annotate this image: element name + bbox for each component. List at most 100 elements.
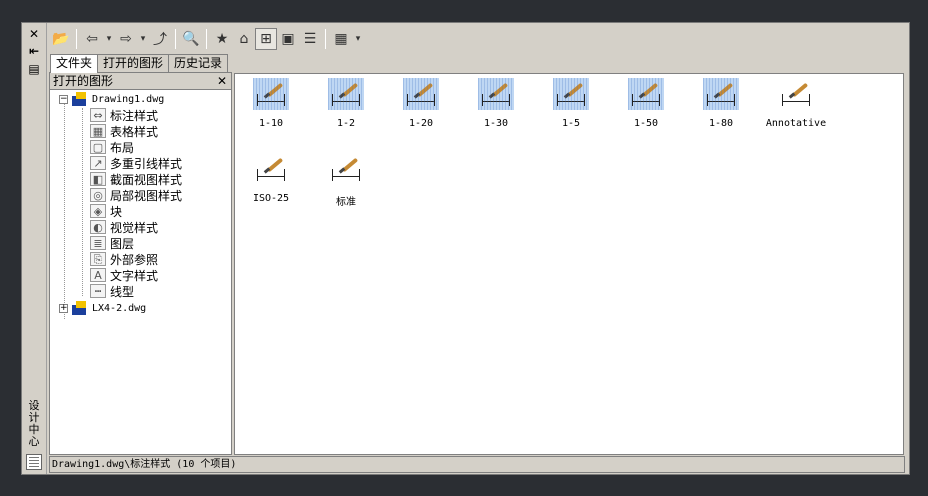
item-label: 1-5 [561,118,581,129]
toolbar-separator [76,29,77,49]
tree-node-detailviewstyles[interactable]: ◎ 局部视图样式 [90,187,182,203]
tree-node-label: 表格样式 [110,124,159,139]
tree-node-lx4-2[interactable]: + LX4-2.dwg [59,300,146,316]
forward-icon: ⇨ [120,31,132,47]
block-icon: ◈ [90,204,106,218]
tree-node-layers[interactable]: ≣ 图层 [90,235,134,251]
dimstyle-item[interactable]: 1-50 [611,78,681,129]
tree-node-sectionviewstyles[interactable]: ◧ 截面视图样式 [90,171,182,187]
dimstyle-item[interactable]: 1-5 [536,78,606,129]
toolbar-separator [175,29,176,49]
close-icon[interactable]: ✕ [217,73,227,89]
search-icon: 🔍 [182,31,200,47]
favorites-button[interactable]: ★ [211,28,233,50]
table-style-icon: ▦ [90,124,106,138]
tree-node-label: 线型 [110,284,135,299]
dimstyle-item[interactable]: 1-20 [386,78,456,129]
toolbar-separator [325,29,326,49]
item-label: 标准 [336,197,356,208]
tree-node-label: 多重引线样式 [110,156,183,171]
dimstyle-item[interactable]: 1-30 [461,78,531,129]
item-label: Annotative [765,118,827,129]
close-icon[interactable]: ✕ [26,26,42,42]
tab-open-drawings[interactable]: 打开的图形 [97,54,170,72]
tree-node-dimstyles[interactable]: ⇔ 标注样式 [90,107,158,123]
back-icon: ⇦ [86,31,98,47]
tree-panel-title: 打开的图形 [53,74,114,88]
item-label: 1-20 [408,118,434,129]
tree-node-label: 外部参照 [110,252,159,267]
detail-view-style-icon: ◎ [90,188,106,202]
layout-icon: ▢ [90,140,106,154]
item-label: 1-80 [708,118,734,129]
section-view-style-icon: ◧ [90,172,106,186]
dimension-style-icon [553,78,589,110]
expand-icon[interactable]: + [59,303,68,313]
preview-button[interactable]: ▣ [277,28,299,50]
tree-node-label: 文字样式 [110,268,159,283]
text-style-icon: A [90,268,106,282]
description-icon: ☰ [303,31,317,47]
dimension-style-icon [703,78,739,110]
status-bar: Drawing1.dwg\标注样式 (10 个项目) [49,456,905,473]
tree-toggle-icon: ⊞ [260,31,272,47]
dimstyle-item[interactable]: ISO-25 [236,153,306,204]
tree-connector [82,108,83,296]
palette-title: 设计中心 [28,399,40,448]
tree-node-visualstyles[interactable]: ◐ 视觉样式 [90,219,158,235]
layer-icon: ≣ [90,236,106,250]
tree-node-label: 图层 [110,236,135,251]
tree-node-label: 标注样式 [110,108,159,123]
home-button[interactable]: ⌂ [233,28,255,50]
collapse-icon[interactable]: − [59,94,68,104]
dimension-style-icon [628,78,664,110]
load-button[interactable]: 📂 [50,28,72,50]
description-button[interactable]: ☰ [299,28,321,50]
tree-node-layouts[interactable]: ▢ 布局 [90,139,134,155]
dimension-style-icon: ⇔ [90,108,106,122]
tree-node-textstyles[interactable]: A 文字样式 [90,267,158,283]
pin-icon[interactable]: ⇤ [26,43,42,59]
properties-icon[interactable]: ▤ [26,61,42,77]
status-text: Drawing1.dwg\标注样式 (10 个项目) [52,459,237,470]
tree-node-drawing1[interactable]: − Drawing1.dwg [59,91,164,107]
grip-icon[interactable] [26,454,42,470]
views-button[interactable]: ▦ [330,28,352,50]
toolbar: 📂 ⇦ ▾ ⇨ ▾ ⤴ 🔍 ★ ⌂ ⊞ ▣ ☰ ▦ ▾ [50,27,900,51]
dimension-style-icon [253,153,289,185]
dimension-style-icon [253,78,289,110]
tab-folders[interactable]: 文件夹 [50,54,99,73]
dimstyle-item[interactable]: Annotative [761,78,831,129]
dimstyle-item[interactable]: 1-10 [236,78,306,129]
up-button[interactable]: ⤴ [149,28,171,50]
views-dropdown[interactable]: ▾ [352,28,364,50]
tree-toggle-button[interactable]: ⊞ [255,28,277,50]
dimstyle-item[interactable]: 标准 [311,153,381,208]
dimension-style-icon [478,78,514,110]
tree-node-label: 局部视图样式 [110,188,183,203]
tree-node-mleaderstyles[interactable]: ↗ 多重引线样式 [90,155,182,171]
tab-history[interactable]: 历史记录 [168,54,229,72]
chevron-down-icon: ▾ [106,34,112,44]
favorites-icon: ★ [215,31,229,47]
dimstyle-item[interactable]: 1-2 [311,78,381,129]
linetype-icon: ┅ [90,284,106,298]
visual-style-icon: ◐ [90,220,106,234]
forward-button[interactable]: ⇨ [115,28,137,50]
dimstyle-item[interactable]: 1-80 [686,78,756,129]
content-area: 1-10 1-2 1-20 1-30 1-5 1-50 1-80 Annotat… [234,73,904,455]
home-icon: ⌂ [239,31,249,47]
search-button[interactable]: 🔍 [180,28,202,50]
back-button[interactable]: ⇦ [81,28,103,50]
forward-dropdown[interactable]: ▾ [137,28,149,50]
item-label: 1-10 [258,118,284,129]
chevron-down-icon: ▾ [140,34,146,44]
back-dropdown[interactable]: ▾ [103,28,115,50]
tree-node-tablestyles[interactable]: ▦ 表格样式 [90,123,158,139]
tree-node-xrefs[interactable]: ⎘ 外部参照 [90,251,158,267]
up-folder-icon: ⤴ [153,32,167,48]
tab-bar: 文件夹 打开的图形 历史记录 [50,54,229,73]
dimension-style-icon [328,78,364,110]
tree-node-blocks[interactable]: ◈ 块 [90,203,122,219]
tree-node-linetypes[interactable]: ┅ 线型 [90,283,134,299]
